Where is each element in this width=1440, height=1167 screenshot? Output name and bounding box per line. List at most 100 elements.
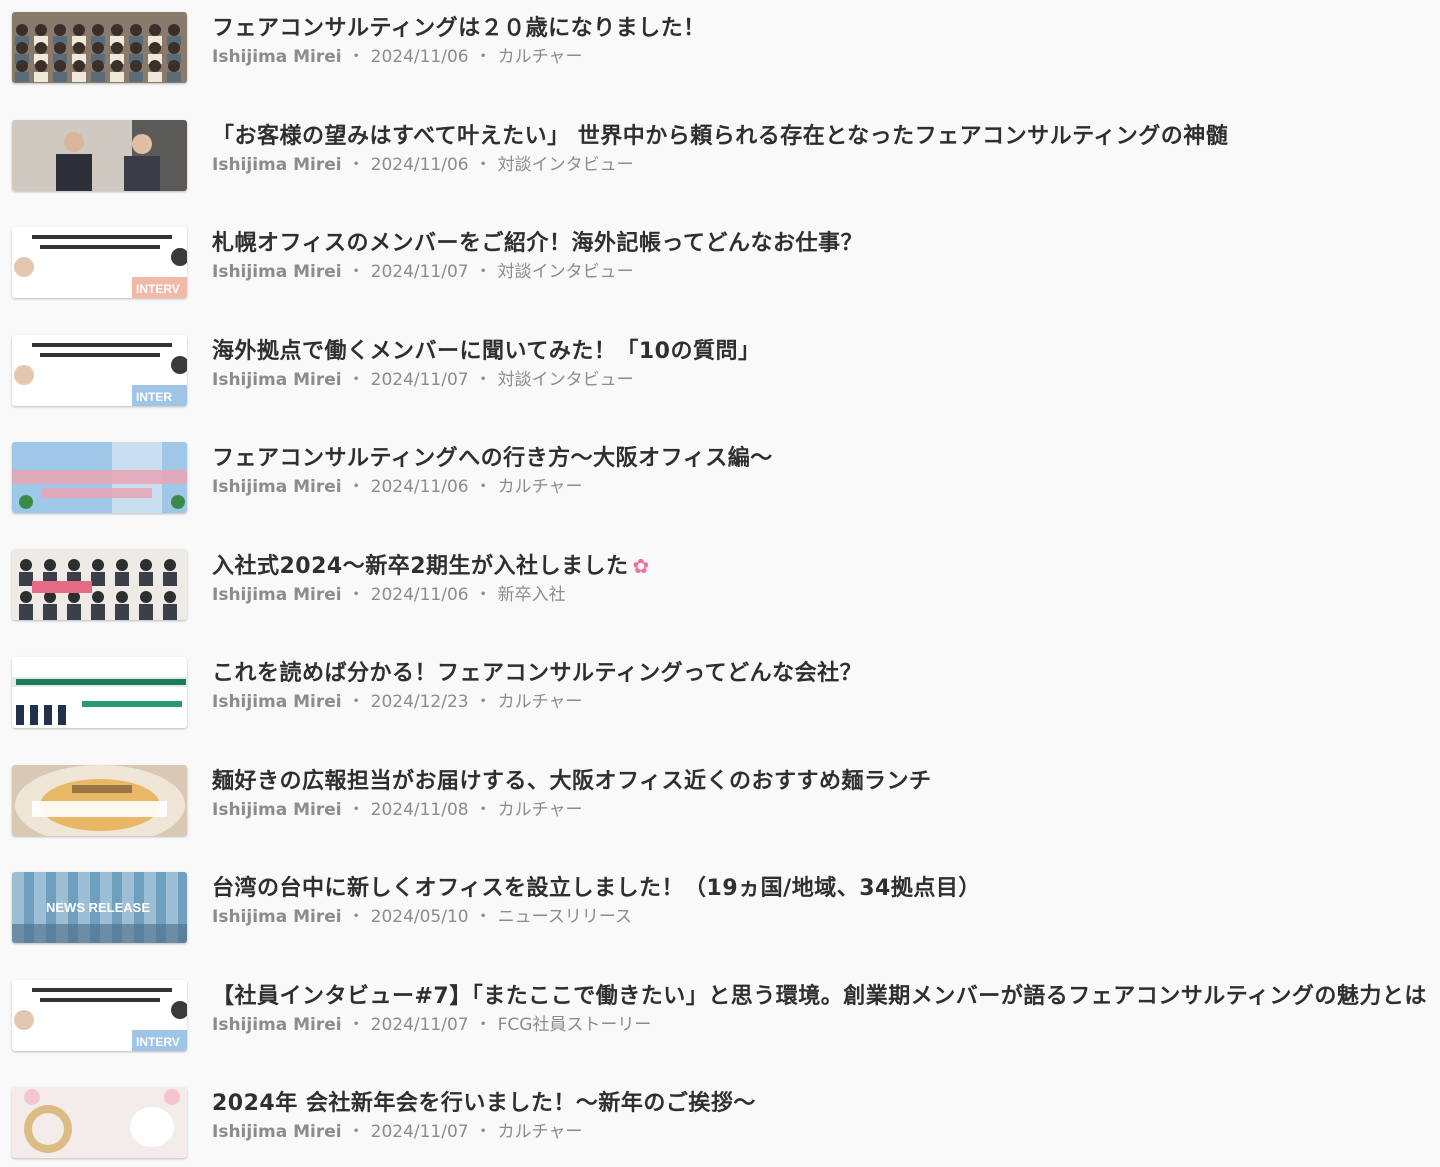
article-text: これを読めば分かる！フェアコンサルティングってどんな会社？ Ishijima Mi…: [212, 659, 1437, 713]
meta-separator: ・: [347, 477, 365, 497]
meta-separator: ・: [474, 262, 492, 282]
article-category[interactable]: FCG社員ストーリー: [498, 1015, 652, 1035]
article-category[interactable]: ニュースリリース: [498, 907, 632, 927]
article-text: フェアコンサルティングは２０歳になりました！ Ishijima Mirei ・ 202…: [212, 14, 1437, 68]
article-title[interactable]: 「お客様の望みはすべて叶えたい」 世界中から頼られる存在となったフェアコンサルテ…: [212, 122, 1437, 152]
thumbnail-graphic: [12, 442, 187, 513]
article-item[interactable]: INTER 海外拠点で働くメンバーに聞いてみた！「10の質問」 Ishijima M…: [0, 327, 1440, 407]
article-thumbnail[interactable]: [12, 1087, 187, 1158]
article-item[interactable]: NEWS RELEASE 台湾の台中に新しくオフィスを設立しました！（19ヵ国/地…: [0, 864, 1440, 944]
article-title[interactable]: 札幌オフィスのメンバーをご紹介！海外記帳ってどんなお仕事？: [212, 229, 1437, 259]
article-title[interactable]: フェアコンサルティングは２０歳になりました！: [212, 14, 1437, 44]
article-category[interactable]: カルチャー: [498, 800, 583, 820]
article-item[interactable]: 入社式2024～新卒2期生が入社しました ✿ Ishijima Mirei ・ 2024…: [0, 541, 1440, 621]
article-thumbnail[interactable]: [12, 657, 187, 728]
thumbnail-label: INTERV: [136, 1035, 180, 1049]
meta-separator: ・: [347, 1122, 365, 1142]
article-thumbnail[interactable]: NEWS RELEASE: [12, 872, 187, 943]
article-date: 2024/12/23: [370, 692, 469, 712]
thumbnail-graphic: [12, 120, 187, 191]
article-title[interactable]: フェアコンサルティングへの行き方～大阪オフィス編～: [212, 444, 1437, 474]
article-item[interactable]: これを読めば分かる！フェアコンサルティングってどんな会社？ Ishijima Mi…: [0, 649, 1440, 729]
article-item[interactable]: INTERV 札幌オフィスのメンバーをご紹介！海外記帳ってどんなお仕事？ Ishij…: [0, 219, 1440, 299]
article-title-text: 海外拠点で働くメンバーに聞いてみた！「10の質問」: [212, 339, 761, 364]
article-item[interactable]: INTERV 【社員インタビュー#7】「またここで働きたい」と思う環境。創業期メン…: [0, 972, 1440, 1052]
article-title-text: 札幌オフィスのメンバーをご紹介！海外記帳ってどんなお仕事？: [212, 231, 863, 256]
meta-separator: ・: [474, 1122, 492, 1142]
article-author[interactable]: Ishijima Mirei: [212, 47, 342, 67]
article-author[interactable]: Ishijima Mirei: [212, 262, 342, 282]
article-author[interactable]: Ishijima Mirei: [212, 155, 342, 175]
article-author[interactable]: Ishijima Mirei: [212, 1122, 342, 1142]
article-thumbnail[interactable]: [12, 765, 187, 836]
article-author[interactable]: Ishijima Mirei: [212, 477, 342, 497]
meta-separator: ・: [474, 155, 492, 175]
article-category[interactable]: 対談インタビュー: [498, 370, 634, 390]
article-category[interactable]: カルチャー: [498, 47, 583, 67]
meta-separator: ・: [347, 692, 365, 712]
meta-separator: ・: [347, 370, 365, 390]
article-title[interactable]: 麺好きの広報担当がお届けする、大阪オフィス近くのおすすめ麺ランチ: [212, 767, 1437, 797]
article-meta: Ishijima Mirei ・ 2024/11/06 ・カルチャー: [212, 46, 1437, 68]
meta-separator: ・: [474, 907, 492, 927]
article-title[interactable]: 2024年 会社新年会を行いました！～新年のご挨拶～: [212, 1089, 1437, 1119]
article-item[interactable]: フェアコンサルティングへの行き方～大阪オフィス編～ Ishijima Mirei ・…: [0, 434, 1440, 514]
article-thumbnail[interactable]: [12, 549, 187, 620]
meta-separator: ・: [347, 155, 365, 175]
article-text: フェアコンサルティングへの行き方～大阪オフィス編～ Ishijima Mirei ・…: [212, 444, 1437, 498]
article-thumbnail[interactable]: INTERV: [12, 980, 187, 1051]
article-title[interactable]: 台湾の台中に新しくオフィスを設立しました！（19ヵ国/地域、34拠点目）: [212, 874, 1437, 904]
article-title-text: フェアコンサルティングは２０歳になりました！: [212, 16, 706, 41]
article-category[interactable]: 対談インタビュー: [498, 262, 634, 282]
article-title-text: 麺好きの広報担当がお届けする、大阪オフィス近くのおすすめ麺ランチ: [212, 769, 932, 794]
article-item[interactable]: 麺好きの広報担当がお届けする、大阪オフィス近くのおすすめ麺ランチ Ishijima…: [0, 757, 1440, 837]
article-category[interactable]: カルチャー: [498, 477, 583, 497]
article-category[interactable]: 対談インタビュー: [498, 155, 634, 175]
article-author[interactable]: Ishijima Mirei: [212, 800, 342, 820]
thumbnail-graphic: INTERV: [12, 227, 187, 298]
article-category[interactable]: カルチャー: [498, 1122, 583, 1142]
article-thumbnail[interactable]: [12, 12, 187, 83]
article-meta: Ishijima Mirei ・ 2024/11/06 ・対談インタビュー: [212, 154, 1437, 176]
meta-separator: ・: [474, 477, 492, 497]
article-author[interactable]: Ishijima Mirei: [212, 692, 342, 712]
article-title-text: 入社式2024～新卒2期生が入社しました: [212, 554, 629, 579]
article-text: 麺好きの広報担当がお届けする、大阪オフィス近くのおすすめ麺ランチ Ishijima…: [212, 767, 1437, 821]
meta-separator: ・: [474, 585, 492, 605]
article-author[interactable]: Ishijima Mirei: [212, 585, 342, 605]
article-date: 2024/11/06: [370, 477, 469, 497]
article-item[interactable]: 「お客様の望みはすべて叶えたい」 世界中から頼られる存在となったフェアコンサルテ…: [0, 112, 1440, 192]
article-author[interactable]: Ishijima Mirei: [212, 907, 342, 927]
article-author[interactable]: Ishijima Mirei: [212, 370, 342, 390]
article-date: 2024/11/07: [370, 1015, 469, 1035]
article-thumbnail[interactable]: INTERV: [12, 227, 187, 298]
article-title-text: 「お客様の望みはすべて叶えたい」 世界中から頼られる存在となったフェアコンサルテ…: [212, 124, 1229, 149]
article-title[interactable]: 海外拠点で働くメンバーに聞いてみた！「10の質問」: [212, 337, 1437, 367]
article-meta: Ishijima Mirei ・ 2024/11/06 ・カルチャー: [212, 476, 1437, 498]
article-title-text: 【社員インタビュー#7】「またここで働きたい」と思う環境。創業期メンバーが語るフ…: [212, 984, 1427, 1009]
article-thumbnail[interactable]: [12, 120, 187, 191]
article-item[interactable]: フェアコンサルティングは２０歳になりました！ Ishijima Mirei ・ 202…: [0, 4, 1440, 84]
article-title[interactable]: 【社員インタビュー#7】「またここで働きたい」と思う環境。創業期メンバーが語るフ…: [212, 982, 1437, 1012]
article-title[interactable]: 入社式2024～新卒2期生が入社しました ✿: [212, 551, 1437, 582]
article-text: 入社式2024～新卒2期生が入社しました ✿ Ishijima Mirei ・ 2024…: [212, 551, 1437, 606]
article-item[interactable]: 2024年 会社新年会を行いました！～新年のご挨拶～ Ishijima Mirei…: [0, 1079, 1440, 1159]
article-category[interactable]: カルチャー: [498, 692, 583, 712]
meta-separator: ・: [347, 800, 365, 820]
thumbnail-label: INTER: [136, 390, 172, 404]
thumbnail-graphic: [12, 765, 187, 836]
article-title[interactable]: これを読めば分かる！フェアコンサルティングってどんな会社？: [212, 659, 1437, 689]
article-author[interactable]: Ishijima Mirei: [212, 1015, 342, 1035]
meta-separator: ・: [474, 1015, 492, 1035]
article-text: 「お客様の望みはすべて叶えたい」 世界中から頼られる存在となったフェアコンサルテ…: [212, 122, 1437, 176]
thumbnail-graphic: NEWS RELEASE: [12, 872, 187, 943]
thumbnail-label: INTERV: [136, 282, 180, 296]
article-thumbnail[interactable]: [12, 442, 187, 513]
meta-separator: ・: [474, 800, 492, 820]
article-list: フェアコンサルティングは２０歳になりました！ Ishijima Mirei ・ 202…: [0, 0, 1440, 1167]
article-title-text: 2024年 会社新年会を行いました！～新年のご挨拶～: [212, 1091, 756, 1116]
thumbnail-graphic: [12, 549, 187, 620]
article-category[interactable]: 新卒入社: [498, 585, 566, 605]
article-title-text: 台湾の台中に新しくオフィスを設立しました！（19ヵ国/地域、34拠点目）: [212, 876, 981, 901]
article-thumbnail[interactable]: INTER: [12, 335, 187, 406]
